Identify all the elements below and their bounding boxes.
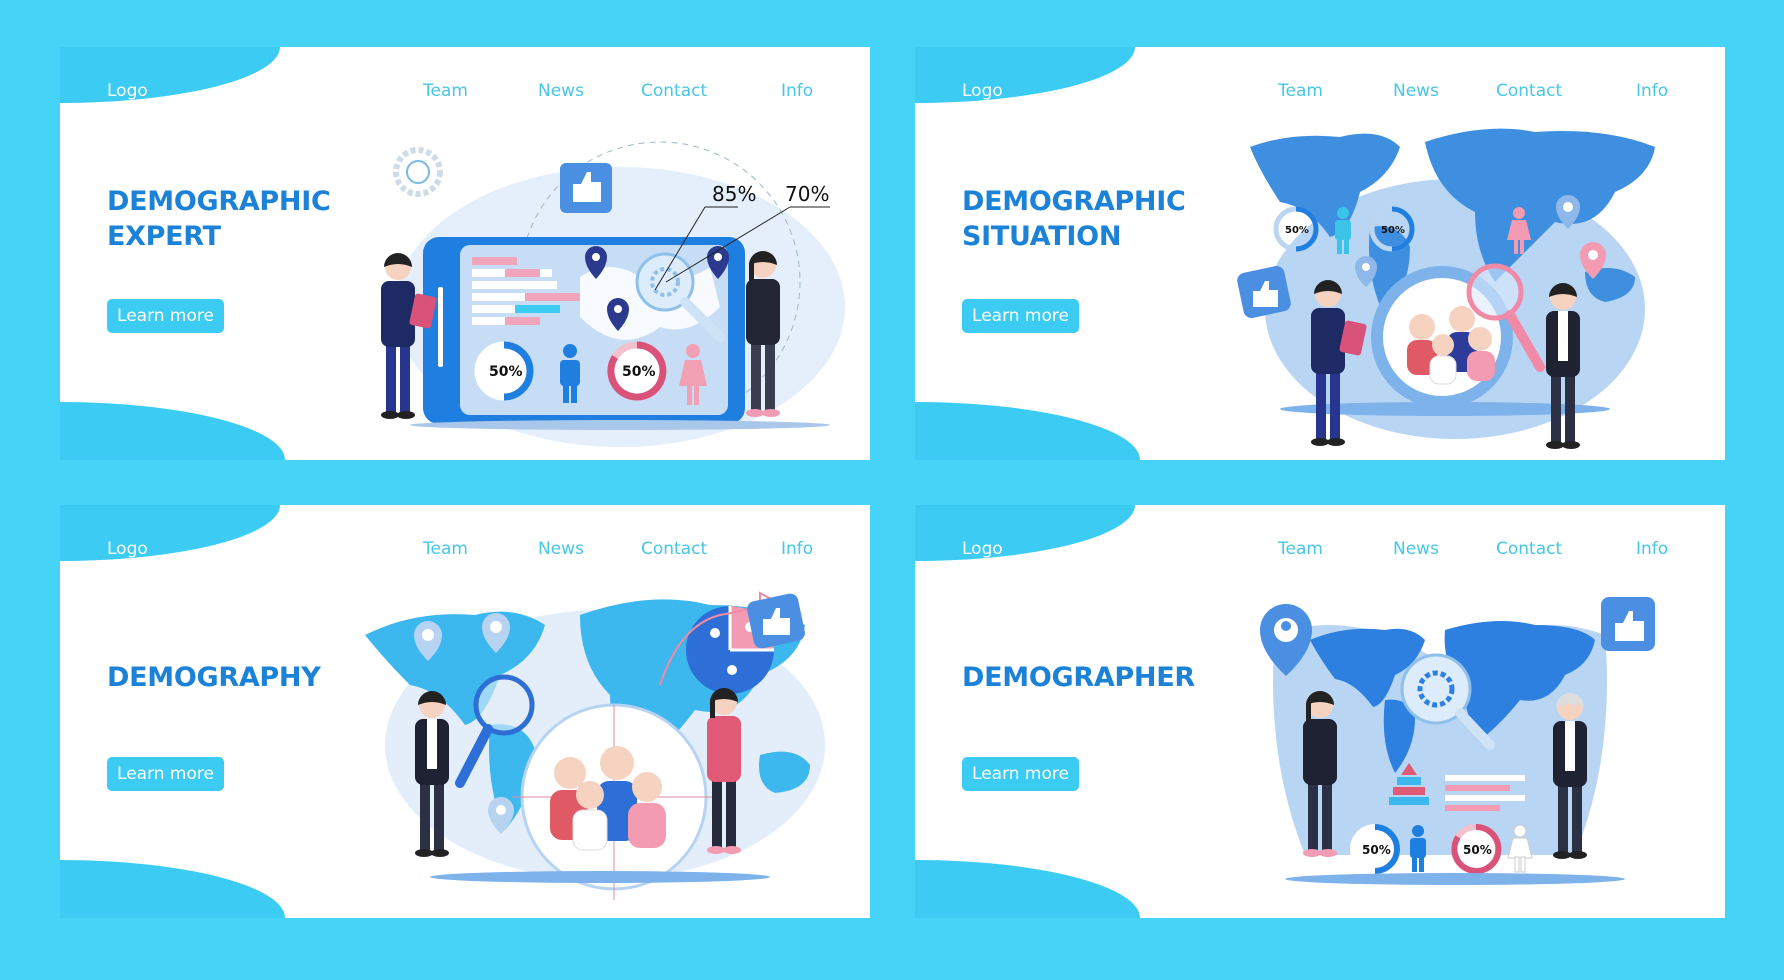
logo[interactable]: Logo [107,81,148,101]
nav-team[interactable]: Team [1278,539,1323,559]
logo[interactable]: Logo [962,539,1003,559]
title-line: SITUATION [962,221,1122,252]
nav-contact[interactable]: Contact [1496,539,1562,559]
nav-news[interactable]: News [1393,539,1439,559]
donut-chart-male: 50% [474,341,534,401]
nav-team[interactable]: Team [1278,81,1323,101]
page-title: DEMOGRAPHIC SITUATION [962,184,1186,254]
callout-85: 85% [712,182,756,206]
nav-news[interactable]: News [538,539,584,559]
donut-label: 50% [1381,225,1405,236]
nav-info[interactable]: Info [781,81,813,101]
logo[interactable]: Logo [962,81,1003,101]
donut-label: 50% [1285,225,1309,236]
landing-card-demographic-situation: 50% 50% Logo Team News Contact Info DEMO… [915,47,1725,460]
thumbs-up-icon [1601,597,1655,651]
nav-info[interactable]: Info [781,539,813,559]
nav-news[interactable]: News [1393,81,1439,101]
nav-contact[interactable]: Contact [641,539,707,559]
learn-more-button[interactable]: Learn more [107,299,224,333]
landing-card-demography: Logo Team News Contact Info DEMOGRAPHY L… [60,505,870,918]
learn-more-button[interactable]: Learn more [107,757,224,791]
callout-70: 70% [785,182,829,206]
male-icon [1410,825,1426,872]
donut-label: 50% [622,364,656,380]
nav-contact[interactable]: Contact [641,81,707,101]
illustration-demographer: 50% 50% [1260,597,1655,885]
page-title: DEMOGRAPHIC EXPERT [107,184,331,254]
title-line: EXPERT [107,221,221,252]
donut-chart-female: 50% [1451,823,1502,874]
donut-label: 50% [1463,843,1492,857]
donut-label: 50% [1362,843,1391,857]
nav-info[interactable]: Info [1636,539,1668,559]
nav-news[interactable]: News [538,81,584,101]
page-title: DEMOGRAPHER [962,662,1195,693]
nav-contact[interactable]: Contact [1496,81,1562,101]
learn-more-button[interactable]: Learn more [962,299,1079,333]
illustration-demography [365,591,825,900]
landing-card-demographer: 50% 50% Logo Team News Contact Info DEMO… [915,505,1725,918]
logo[interactable]: Logo [107,539,148,559]
donut-chart-female: 50% [607,341,667,401]
nav-team[interactable]: Team [423,539,468,559]
title-line: DEMOGRAPHIC [107,186,331,217]
nav-team[interactable]: Team [423,81,468,101]
donut-chart-male: 50% [1350,824,1400,874]
donut-label: 50% [489,364,523,380]
learn-more-button[interactable]: Learn more [962,757,1079,791]
title-line: DEMOGRAPHIC [962,186,1186,217]
page-title: DEMOGRAPHY [107,662,321,693]
gear-icon [393,147,443,197]
landing-card-demographic-expert: 85% 70% 50% 50% Logo Team News Contact I… [60,47,870,460]
nav-info[interactable]: Info [1636,81,1668,101]
thumbs-up-icon [1237,266,1291,318]
